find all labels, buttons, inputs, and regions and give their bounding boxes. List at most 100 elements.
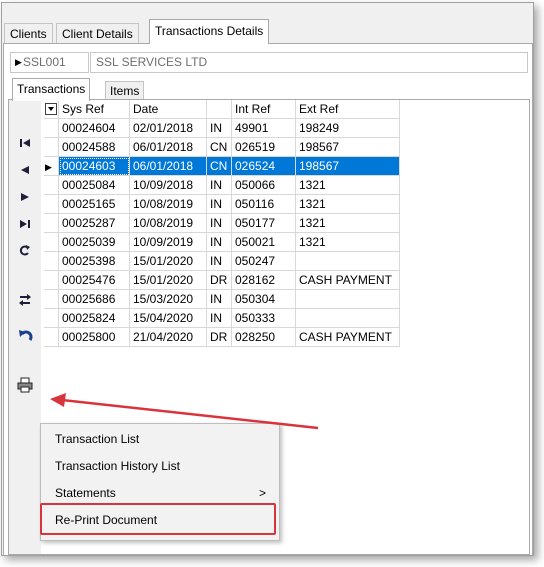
cell-date[interactable]: 15/04/2020 <box>129 308 207 328</box>
cell-type[interactable]: IN <box>206 251 232 271</box>
cell-sys-ref[interactable]: 00025800 <box>58 327 130 347</box>
row-indicator[interactable] <box>44 270 59 290</box>
table-row[interactable]: 00024588 06/01/2018 CN 026519 198567 <box>44 137 400 157</box>
cell-int-ref[interactable]: 026519 <box>231 137 296 157</box>
cell-date[interactable]: 06/01/2018 <box>129 137 207 157</box>
cell-date[interactable]: 15/01/2020 <box>129 251 207 271</box>
refresh-icon[interactable] <box>13 238 37 260</box>
table-row[interactable]: 00025039 10/09/2019 IN 050021 1321 <box>44 232 400 252</box>
cell-date[interactable]: 15/01/2020 <box>129 270 207 290</box>
cell-date[interactable]: 10/08/2019 <box>129 194 207 214</box>
tab-clients[interactable]: Clients <box>4 23 53 44</box>
cell-ext-ref[interactable] <box>295 251 400 271</box>
table-row[interactable]: 00025084 10/09/2018 IN 050066 1321 <box>44 175 400 195</box>
tab-transactions-details[interactable]: Transactions Details <box>149 19 270 44</box>
cell-sys-ref[interactable]: 00024604 <box>58 118 130 138</box>
cell-date[interactable]: 10/09/2019 <box>129 232 207 252</box>
table-row[interactable]: 00025686 15/03/2020 IN 050304 <box>44 289 400 309</box>
column-chooser[interactable] <box>44 100 59 119</box>
cell-ext-ref[interactable] <box>295 308 400 328</box>
column-header-int-ref[interactable]: Int Ref <box>231 100 296 119</box>
cell-ext-ref[interactable]: 198567 <box>295 156 400 176</box>
cell-ext-ref[interactable]: CASH PAYMENT <box>295 270 400 290</box>
menu-item-transaction-list[interactable]: Transaction List <box>55 427 270 451</box>
column-header-sys-ref[interactable]: Sys Ref <box>58 100 130 119</box>
last-record-icon[interactable] <box>13 212 37 234</box>
tab-items[interactable]: Items <box>105 81 145 101</box>
cell-date[interactable]: 15/03/2020 <box>129 289 207 309</box>
cell-type[interactable]: CN <box>206 137 232 157</box>
cell-type[interactable]: DR <box>206 327 232 347</box>
row-indicator[interactable] <box>44 194 59 214</box>
cell-sys-ref[interactable]: 00025039 <box>58 232 130 252</box>
cell-date[interactable]: 21/04/2020 <box>129 327 207 347</box>
cell-ext-ref[interactable]: 198567 <box>295 137 400 157</box>
cell-int-ref[interactable]: 028162 <box>231 270 296 290</box>
cell-type[interactable]: IN <box>206 194 232 214</box>
row-indicator[interactable] <box>44 327 59 347</box>
table-row[interactable]: 00025165 10/08/2019 IN 050116 1321 <box>44 194 400 214</box>
cell-sys-ref[interactable]: 00025476 <box>58 270 130 290</box>
print-icon[interactable] <box>13 373 37 395</box>
cell-int-ref[interactable]: 49901 <box>231 118 296 138</box>
cell-sys-ref[interactable]: 00025824 <box>58 308 130 328</box>
cell-type[interactable]: DR <box>206 270 232 290</box>
cell-sys-ref[interactable]: 00024603 <box>58 156 130 176</box>
cell-date[interactable]: 10/09/2018 <box>129 175 207 195</box>
cell-int-ref[interactable]: 028250 <box>231 327 296 347</box>
cell-ext-ref[interactable]: 198249 <box>295 118 400 138</box>
cell-ext-ref[interactable] <box>295 289 400 309</box>
table-row[interactable]: 00025398 15/01/2020 IN 050247 <box>44 251 400 271</box>
cell-ext-ref[interactable]: 1321 <box>295 232 400 252</box>
cell-sys-ref[interactable]: 00025287 <box>58 213 130 233</box>
swap-icon[interactable] <box>13 288 37 310</box>
cell-date[interactable]: 10/08/2019 <box>129 213 207 233</box>
row-indicator[interactable] <box>44 251 59 271</box>
row-indicator[interactable] <box>44 118 59 138</box>
cell-ext-ref[interactable]: CASH PAYMENT <box>295 327 400 347</box>
column-header-date[interactable]: Date <box>129 100 207 119</box>
row-indicator[interactable] <box>44 213 59 233</box>
cell-ext-ref[interactable]: 1321 <box>295 175 400 195</box>
cell-sys-ref[interactable]: 00025165 <box>58 194 130 214</box>
row-indicator[interactable] <box>44 175 59 195</box>
table-row[interactable]: 00024604 02/01/2018 IN 49901 198249 <box>44 118 400 138</box>
cell-type[interactable]: IN <box>206 232 232 252</box>
undo-icon[interactable] <box>13 325 37 347</box>
cell-sys-ref[interactable]: 00025084 <box>58 175 130 195</box>
cell-type[interactable]: IN <box>206 289 232 309</box>
menu-item-statements[interactable]: Statements > <box>55 481 270 505</box>
cell-sys-ref[interactable]: 00025686 <box>58 289 130 309</box>
cell-int-ref[interactable]: 026524 <box>231 156 296 176</box>
cell-int-ref[interactable]: 050247 <box>231 251 296 271</box>
cell-ext-ref[interactable]: 1321 <box>295 194 400 214</box>
cell-int-ref[interactable]: 050021 <box>231 232 296 252</box>
tab-transactions[interactable]: Transactions <box>12 78 91 101</box>
cell-sys-ref[interactable]: 00024588 <box>58 137 130 157</box>
cell-type[interactable]: IN <box>206 213 232 233</box>
prior-record-icon[interactable] <box>13 158 37 180</box>
column-header-type[interactable] <box>206 100 232 119</box>
tab-client-details[interactable]: Client Details <box>56 23 139 44</box>
menu-item-transaction-history-list[interactable]: Transaction History List <box>55 454 270 478</box>
cell-type[interactable]: IN <box>206 175 232 195</box>
next-record-icon[interactable] <box>13 185 37 207</box>
row-indicator[interactable]: ▶ <box>44 156 59 176</box>
cell-int-ref[interactable]: 050177 <box>231 213 296 233</box>
cell-int-ref[interactable]: 050333 <box>231 308 296 328</box>
row-indicator[interactable] <box>44 308 59 328</box>
dropdown-arrow-icon[interactable] <box>45 102 57 115</box>
cell-type[interactable]: CN <box>206 156 232 176</box>
cell-sys-ref[interactable]: 00025398 <box>58 251 130 271</box>
cell-type[interactable]: IN <box>206 118 232 138</box>
table-row[interactable]: 00025287 10/08/2019 IN 050177 1321 <box>44 213 400 233</box>
cell-type[interactable]: IN <box>206 308 232 328</box>
table-row[interactable]: 00025800 21/04/2020 DR 028250 CASH PAYMENT <box>44 327 400 347</box>
table-row[interactable]: 00025476 15/01/2020 DR 028162 CASH PAYMENT <box>44 270 400 290</box>
row-indicator[interactable] <box>44 289 59 309</box>
table-row[interactable]: 00025824 15/04/2020 IN 050333 <box>44 308 400 328</box>
column-header-ext-ref[interactable]: Ext Ref <box>295 100 400 119</box>
cell-int-ref[interactable]: 050116 <box>231 194 296 214</box>
first-record-icon[interactable] <box>13 131 37 153</box>
cell-date[interactable]: 02/01/2018 <box>129 118 207 138</box>
